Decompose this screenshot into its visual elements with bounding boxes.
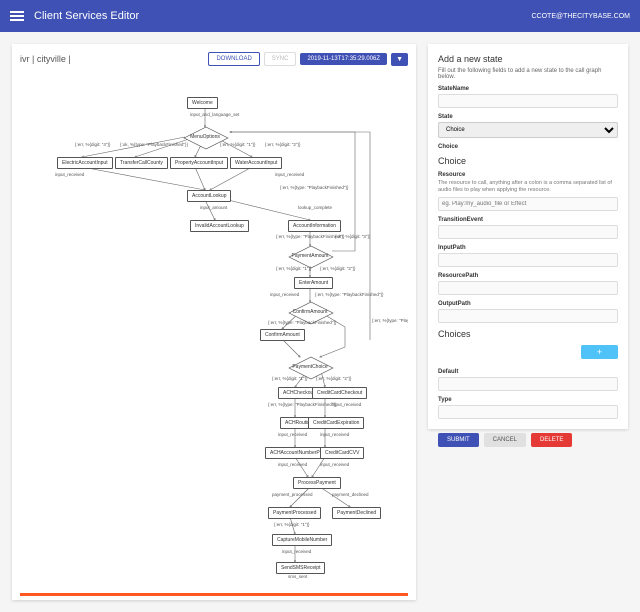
resourcepath-label: ResourcePath	[438, 273, 618, 279]
node-confirm-amount[interactable]: ConfirmAmount	[285, 302, 335, 322]
edge-label: payment_declined	[332, 492, 369, 497]
edge-label: {:err, %{digit: "2"}}	[316, 376, 351, 381]
edge-label: {:err, %{digit: "1"}}	[220, 142, 255, 147]
edge-label: {:err, %{digit: "1"}}	[274, 522, 309, 527]
node-payment-choice[interactable]: PaymentChoice	[285, 357, 335, 377]
resource-input[interactable]	[438, 197, 618, 211]
choice-label: Choice	[438, 144, 618, 150]
outputpath-label: OutputPath	[438, 301, 618, 307]
edge-label: lookup_complete	[298, 205, 332, 210]
node-capture-mobile[interactable]: CaptureMobileNumber	[272, 534, 332, 546]
edge-label: input_received	[320, 462, 349, 467]
default-label: Default	[438, 369, 618, 375]
node-payment-processed[interactable]: PaymentProcessed	[268, 507, 321, 519]
edge-label: input_amount	[200, 205, 227, 210]
edge-label: input_and_language_set	[190, 112, 239, 117]
edge-label: {:err, %{digit: "2"}}	[265, 142, 300, 147]
node-payment-declined[interactable]: PaymentDeclined	[332, 507, 381, 519]
scroll-indicator[interactable]	[20, 593, 408, 596]
submit-button[interactable]: SUBMIT	[438, 433, 479, 447]
node-enter-amount[interactable]: EnterAmount	[294, 277, 333, 289]
edge-label: input_received	[320, 432, 349, 437]
choices-heading: Choices	[438, 329, 618, 339]
topbar: Client Services Editor CCOTE@THECITYBASE…	[0, 0, 640, 32]
edge-label: sms_sent	[288, 574, 307, 579]
edge-label: input_received	[278, 462, 307, 467]
transitionevent-label: TransitionEvent	[438, 217, 618, 223]
edge-label: {:err, %{type: "PlaybackFinished"}}	[268, 320, 336, 325]
delete-button[interactable]: DELETE	[531, 433, 572, 447]
edge-label: {:err, %{digit: "2"}}	[320, 266, 355, 271]
sync-button: SYNC	[264, 52, 297, 66]
edge-label: {:err, %{digit: "4"}}	[75, 142, 110, 147]
node-payment-amount[interactable]: PaymentAmount	[285, 246, 335, 266]
inputpath-input[interactable]	[438, 253, 618, 267]
transitionevent-input[interactable]	[438, 225, 618, 239]
edge-label: input_received	[282, 549, 311, 554]
node-transfer[interactable]: TransferCallCounty	[115, 157, 168, 169]
edge-label: {:err, %{type: "PlaybackFinished"}}	[280, 185, 348, 190]
graph-edges	[20, 72, 408, 582]
node-confirm2[interactable]: ConfirmAmount	[260, 329, 305, 341]
edge-label: {:err, %{type: "PlaybackFinished"}}	[372, 318, 408, 323]
type-input[interactable]	[438, 405, 618, 419]
graph-title: ivr | cityville |	[20, 54, 71, 64]
form-panel: Add a new state Fill out the following f…	[428, 44, 628, 429]
canvas-panel: ivr | cityville | DOWNLOAD SYNC 2019-11-…	[12, 44, 416, 600]
resource-label: Resource	[438, 172, 618, 178]
choice-heading: Choice	[438, 156, 618, 166]
node-electric[interactable]: ElectricAccountInput	[57, 157, 113, 169]
edge-label: input_received	[278, 432, 307, 437]
resource-desc: The resource to call, anything after a c…	[438, 180, 618, 194]
state-select[interactable]: Choice	[438, 122, 618, 138]
node-welcome[interactable]: Welcome	[187, 97, 218, 109]
edge-label: input_received	[275, 172, 304, 177]
edge-label: input_received	[270, 292, 299, 297]
statename-label: StateName	[438, 86, 618, 92]
node-account-info[interactable]: AccountInformation	[288, 220, 341, 232]
edge-label: {:err, %{type: "PlaybackFinished"}}	[268, 402, 336, 407]
inputpath-label: InputPath	[438, 245, 618, 251]
app-title: Client Services Editor	[34, 10, 139, 22]
call-graph[interactable]: Welcome input_and_language_set MenuOptio…	[20, 72, 408, 582]
cancel-button[interactable]: CANCEL	[484, 433, 526, 447]
node-invalid[interactable]: InvalidAccountLookup	[190, 220, 249, 232]
add-choice-button[interactable]: +	[581, 345, 618, 359]
node-cc-cvv[interactable]: CreditCardCVV	[320, 447, 364, 459]
node-property[interactable]: PropertyAccountInput	[170, 157, 228, 169]
user-email[interactable]: CCOTE@THECITYBASE.COM	[531, 13, 630, 20]
node-process-payment[interactable]: ProcessPayment	[293, 477, 341, 489]
state-label: State	[438, 114, 618, 120]
dropdown-button[interactable]: ▼	[391, 53, 408, 66]
menu-icon[interactable]	[10, 11, 24, 21]
edge-label: {:err, %{digit: "1"}}	[276, 266, 311, 271]
form-desc: Fill out the following fields to add a n…	[438, 68, 618, 80]
node-account-lookup[interactable]: AccountLookup	[187, 190, 231, 202]
node-send-sms[interactable]: SendSMSReceipt	[276, 562, 325, 574]
type-label: Type	[438, 397, 618, 403]
edge-label: input_received	[332, 402, 361, 407]
default-input[interactable]	[438, 377, 618, 391]
node-cc-checkout[interactable]: CreditCardCheckout	[312, 387, 367, 399]
node-water[interactable]: WaterAccountInput	[230, 157, 282, 169]
edge-label: payment_processed	[272, 492, 313, 497]
download-button[interactable]: DOWNLOAD	[208, 52, 259, 66]
edge-label: {:err, %{digit: "3"}}	[335, 234, 370, 239]
edge-label: {:err, %{type: "PlaybackFinished"}}	[315, 292, 383, 297]
form-title: Add a new state	[438, 54, 618, 64]
edge-label: input_received	[55, 172, 84, 177]
edge-label: {:ok, %{type: "PlaybackFinished"}}	[120, 142, 188, 147]
resourcepath-input[interactable]	[438, 281, 618, 295]
edge-label: {:err, %{digit: "1"}}	[272, 376, 307, 381]
statename-input[interactable]	[438, 94, 618, 108]
timestamp-button[interactable]: 2019-11-13T17:35:29.006Z	[300, 53, 387, 65]
outputpath-input[interactable]	[438, 309, 618, 323]
node-cc-exp[interactable]: CreditCardExpiration	[308, 417, 364, 429]
